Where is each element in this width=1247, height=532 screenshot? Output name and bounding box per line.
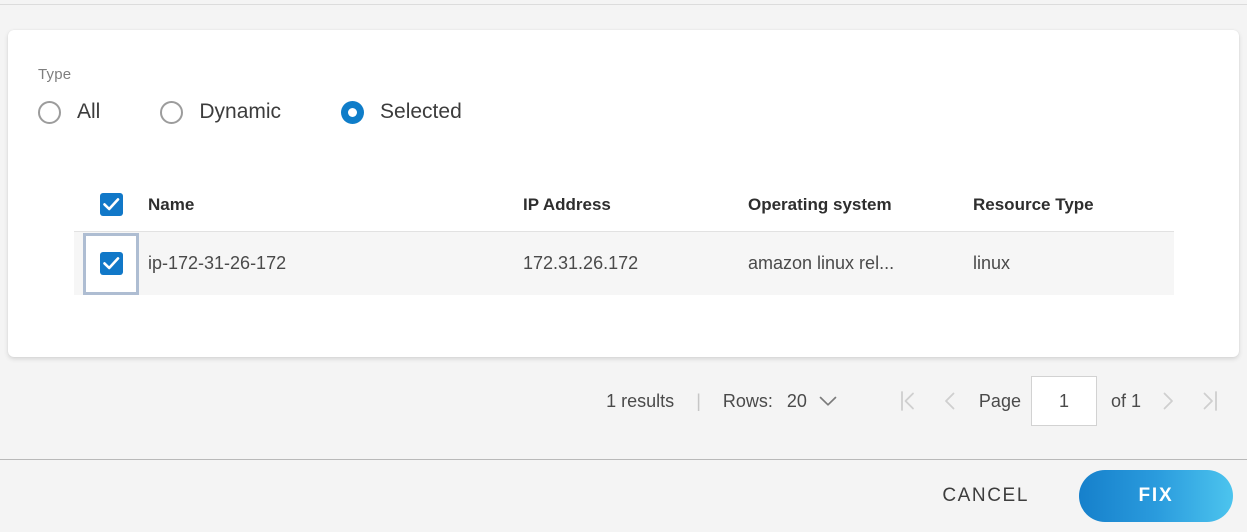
pagination-bar: 1 results | Rows: 20 Page of 1 [0,376,1239,426]
radio-label-all: All [77,100,101,123]
last-page-icon [1203,391,1217,411]
resources-table: Name IP Address Operating system Resourc… [74,178,1174,295]
cell-name: ip-172-31-26-172 [148,253,287,273]
total-pages-label: of 1 [1110,390,1141,411]
radio-label-dynamic: Dynamic [199,100,282,123]
cell-resource-type: linux [973,253,1011,273]
column-header-name[interactable]: Name [148,195,523,215]
type-label: Type [38,66,72,83]
first-page-icon [901,391,914,411]
row-checkbox[interactable] [99,252,123,275]
radio-icon-selected[interactable] [341,100,365,124]
radio-option-dynamic[interactable]: Dynamic [160,100,281,124]
row-checkbox-focus-ring [83,232,139,295]
next-page-button[interactable] [1147,381,1189,421]
column-header-ip-address[interactable]: IP Address [523,195,748,215]
rows-per-page-select[interactable]: 20 [787,391,837,412]
cell-operating-system: amazon linux rel... [748,253,895,273]
radio-icon-dynamic[interactable] [160,100,184,124]
fix-button[interactable]: FIX [1079,470,1233,522]
radio-option-selected[interactable]: Selected [341,100,462,124]
selection-card: Type All Dynamic Selected Name IP Addres… [8,30,1239,357]
next-page-icon [1163,392,1173,410]
column-header-operating-system[interactable]: Operating system [748,195,973,215]
column-header-resource-type[interactable]: Resource Type [973,195,1173,215]
checkmark-icon [102,257,119,270]
radio-label-selected: Selected [380,100,462,123]
page-number-input[interactable] [1030,376,1097,426]
select-all-checkbox[interactable] [99,193,123,216]
cancel-button[interactable]: CANCEL [928,475,1043,517]
rows-per-page-value: 20 [786,390,807,411]
table-row[interactable]: ip-172-31-26-172 172.31.26.172 amazon li… [74,232,1174,295]
select-all-cell [74,193,148,216]
page-label: Page [978,390,1021,411]
radio-option-all[interactable]: All [38,100,100,124]
pagination-divider: | [696,390,701,411]
chevron-down-icon [819,391,837,412]
checkmark-icon [102,198,119,211]
table-header-row: Name IP Address Operating system Resourc… [74,178,1174,232]
row-select-cell [74,232,148,295]
top-divider [0,4,1247,5]
rows-per-page-label: Rows: [722,390,773,411]
results-count: 1 results [606,390,675,411]
radio-icon-all[interactable] [38,100,61,124]
dialog-footer: CANCEL FIX [0,460,1247,532]
previous-page-button[interactable] [929,381,971,421]
last-page-button[interactable] [1189,381,1231,421]
cell-ip-address: 172.31.26.172 [523,253,639,273]
first-page-button[interactable] [887,381,929,421]
type-radio-group: All Dynamic Selected [38,100,462,124]
previous-page-icon [945,392,955,410]
